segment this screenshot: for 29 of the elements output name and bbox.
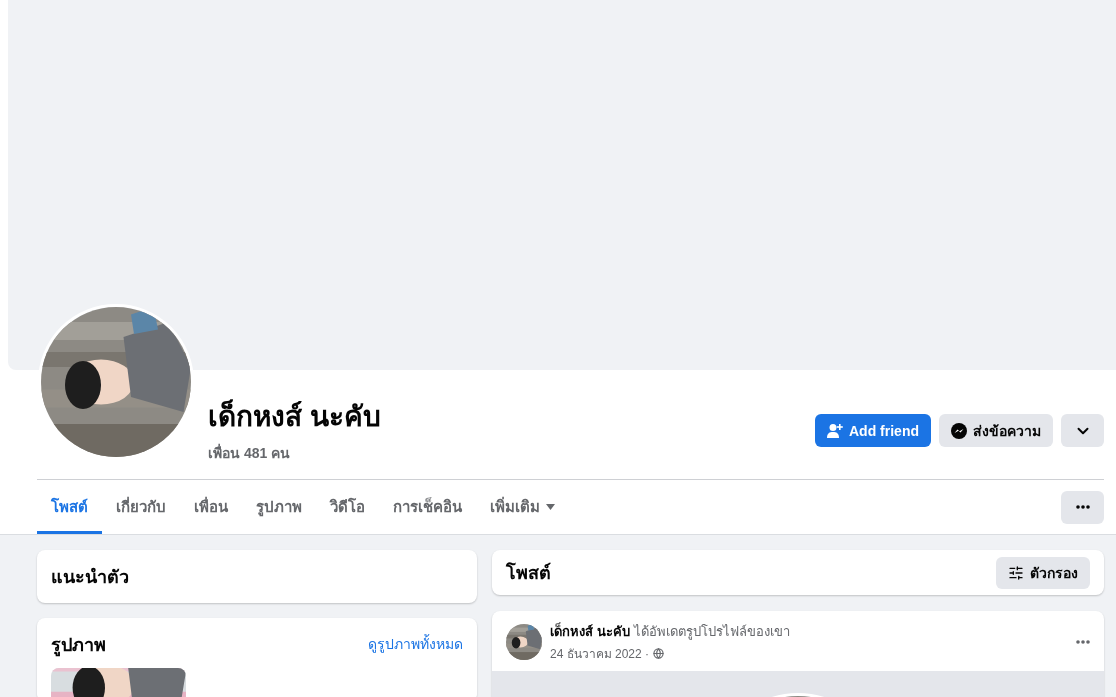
card-title: แนะนำตัว	[51, 566, 129, 589]
ellipsis-icon	[1075, 505, 1090, 509]
profile-tab[interactable]: วิดีโอ	[316, 480, 379, 534]
messenger-icon	[951, 422, 967, 439]
filter-button[interactable]: ตัวกรอง	[996, 556, 1090, 589]
see-all-photos-link[interactable]: ดูรูปภาพทั้งหมด	[368, 633, 463, 655]
card-title: รูปภาพ	[51, 633, 106, 659]
sliders-icon	[1008, 564, 1024, 581]
profile-tab[interactable]: โพสต์	[37, 480, 102, 534]
post-author[interactable]: เด็กหงส์ นะคับ	[550, 621, 630, 642]
add-friend-button[interactable]: Add friend	[815, 414, 931, 447]
caret-icon	[546, 504, 555, 510]
profile-name: เด็กหงส์ นะคับ	[208, 398, 381, 434]
profile-tab[interactable]: เพิ่มเติม	[476, 480, 569, 534]
post-date[interactable]: 24 ธันวาคม 2022 ·	[550, 644, 650, 663]
author-avatar[interactable]	[506, 624, 542, 660]
friend-count[interactable]: เพื่อน 481 คน	[208, 442, 381, 464]
profile-tab[interactable]: รูปภาพ	[242, 480, 316, 534]
card-title: โพสต์	[506, 561, 551, 585]
message-button[interactable]: ส่งข้อความ	[939, 414, 1053, 447]
profile-tab[interactable]: เกี่ยวกับ	[102, 480, 180, 534]
globe-icon	[653, 648, 665, 659]
dropdown-button[interactable]	[1061, 414, 1104, 447]
profile-tab[interactable]: เพื่อน	[180, 480, 242, 534]
add-person-icon	[827, 422, 843, 439]
profile-tab[interactable]: การเช็คอิน	[379, 480, 476, 534]
ellipsis-icon[interactable]	[1076, 640, 1090, 644]
post-action: ได้อัพเดตรูปโปรไฟล์ของเขา	[633, 623, 790, 642]
more-options-button[interactable]	[1061, 490, 1104, 524]
